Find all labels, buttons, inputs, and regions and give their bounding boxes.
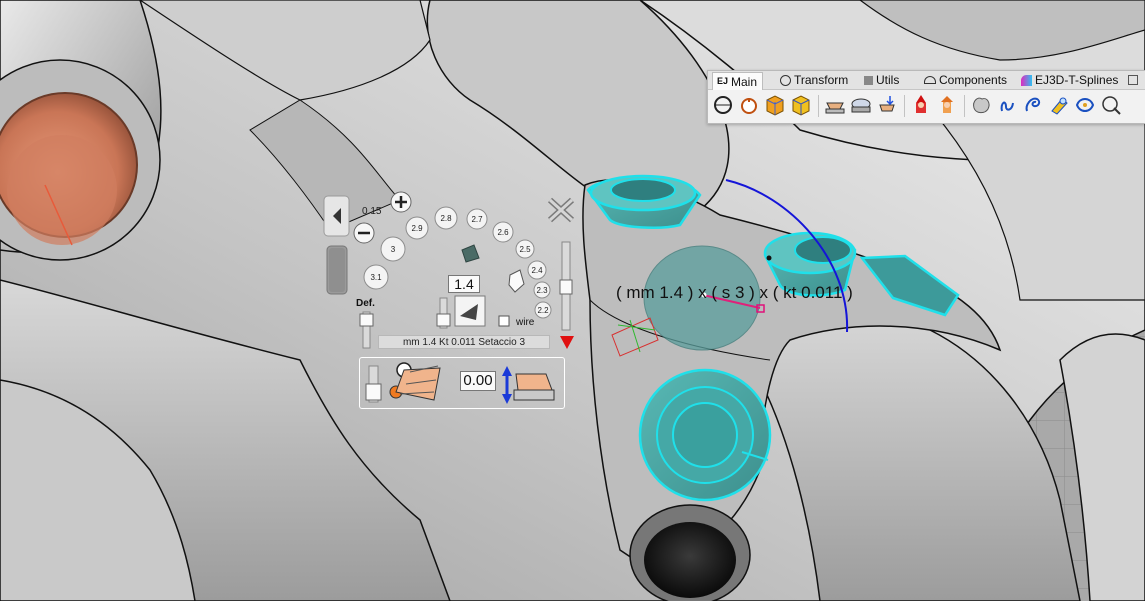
gem-size-option: 2.8 [434,206,458,230]
gem-size-option: 2.3 [533,281,551,299]
gem-size-option: 2.5 [515,239,535,259]
transform-icon [780,74,791,86]
tab-main-label: Main [731,74,758,89]
gem-size-option: 3.1 [363,264,389,290]
small-value-label: 0.15 [362,206,382,217]
box-yellow-icon[interactable] [790,93,812,117]
svg-text:2.9: 2.9 [411,224,423,233]
gem-size-option: 2.9 [405,216,429,240]
tab-t-splines[interactable]: EJ3D-T-Splines [1017,72,1123,88]
gnome-red-icon[interactable] [910,93,932,117]
blob-icon[interactable] [970,93,992,117]
tab-t-splines-label: EJ3D-T-Splines [1035,73,1119,87]
close-x-icon[interactable] [547,197,575,223]
t-splines-icon [1021,74,1032,86]
flow-icon[interactable] [1074,93,1096,117]
curve-hook-icon[interactable] [996,93,1018,117]
ej-logo-icon: EJ [717,76,729,86]
gem-size-option: 3 [380,236,406,262]
ribbon-toolbar: EJ Main Transform Utils Components EJ3D-… [707,70,1145,124]
svg-text:2.2: 2.2 [537,306,549,315]
tab-components-label: Components [939,73,1008,87]
def-label: Def. [356,298,375,309]
gem-size-option: 2.7 [466,208,488,230]
more-tabs-icon [1128,75,1138,85]
svg-text:2.6: 2.6 [497,228,509,237]
gem-shape-white-icon[interactable] [508,269,525,293]
gem-shape-teal-icon[interactable] [461,244,480,263]
size-value-field[interactable]: 1.4 [448,275,480,293]
dimension-label: ( mm 1.4 ) x ( s 3 ) x ( kt 0.011 ) [616,283,853,302]
svg-text:2.4: 2.4 [531,266,543,275]
collapse-panel-button[interactable] [323,195,350,237]
gem-setting-lower[interactable] [638,368,772,502]
ring-tool-icon[interactable] [738,93,760,117]
gem-size-option: 2.6 [492,221,514,243]
gem-size-option: 2.2 [534,301,552,319]
tab-components[interactable]: Components [920,72,1012,88]
utils-icon [864,75,873,85]
increase-size-button[interactable] [390,191,412,213]
tab-more[interactable] [1128,72,1142,88]
tab-main[interactable]: EJ Main [712,72,764,90]
ribbon-tabs: EJ Main Transform Utils Components EJ3D-… [708,71,1145,90]
offset-value-field[interactable]: 0.00 [460,371,496,391]
svg-text:2.3: 2.3 [536,286,548,295]
gem-size-option: 2.4 [527,260,547,280]
svg-text:2.5: 2.5 [519,245,531,254]
wire-checkbox[interactable] [498,315,510,327]
pave-icon[interactable] [1048,93,1070,117]
components-icon [924,76,936,84]
svg-text:3: 3 [391,245,396,254]
svg-text:2.8: 2.8 [440,214,452,223]
ring-size-icon[interactable] [712,93,734,117]
tab-transform[interactable]: Transform [776,72,853,88]
ribbon-tools [708,91,1145,123]
tab-transform-label: Transform [794,73,849,87]
vertical-slider-size[interactable] [436,297,451,329]
drag-handle[interactable] [326,245,348,295]
vertical-slider-right[interactable] [559,241,573,331]
expand-down-icon[interactable] [560,336,574,349]
box-orange-icon[interactable] [764,93,786,117]
vertical-slider-def[interactable] [359,311,374,349]
bezel-icon[interactable] [850,93,872,117]
svg-text:3.1: 3.1 [370,273,382,282]
wire-label: wire [516,317,535,328]
tab-utils[interactable]: Utils [860,72,904,88]
prong-icon[interactable] [876,93,898,117]
curve-spiral-icon[interactable] [1022,93,1044,117]
svg-text:2.7: 2.7 [471,215,483,224]
gem-profile-icon[interactable] [454,295,486,327]
gem-status-bar: mm 1.4 Kt 0.011 Setaccio 3 [378,335,550,349]
gnome-orange-icon[interactable] [936,93,958,117]
loop-icon[interactable] [1100,93,1122,117]
tab-utils-label: Utils [876,73,900,87]
gem-setting-icon[interactable] [824,93,846,117]
decrease-size-button[interactable] [353,222,375,244]
